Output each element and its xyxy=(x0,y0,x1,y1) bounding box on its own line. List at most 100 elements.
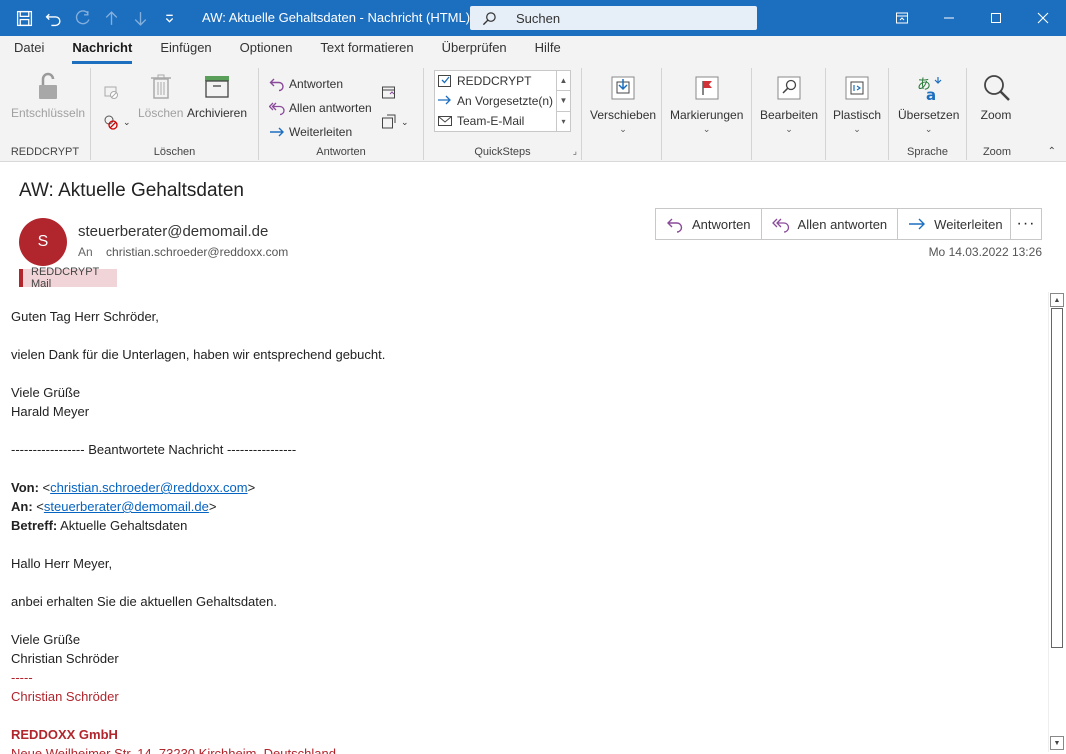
group-label-loeschen: Löschen xyxy=(153,146,196,158)
reply-icon xyxy=(269,78,284,92)
search-placeholder: Suchen xyxy=(516,10,561,26)
quicksteps-gallery: REDDCRYPT An Vorgesetzte(n) Team-E-Mail … xyxy=(434,70,571,132)
group-label-antworten: Antworten xyxy=(316,146,366,158)
archive-icon xyxy=(205,76,230,98)
message-body: Guten Tag Herr Schröder, vielen Dank für… xyxy=(11,307,1041,754)
scroll-down-icon[interactable]: ▼ xyxy=(1050,736,1064,750)
search-box[interactable]: Suchen xyxy=(470,6,757,30)
forward-icon xyxy=(270,127,284,137)
ribbon-forward-button[interactable]: Weiterleiten xyxy=(269,122,352,142)
group-edit: Bearbeiten ⌄ xyxy=(752,68,826,160)
quicksteps-more-icon[interactable]: ▾ xyxy=(557,112,570,131)
quoted-subject: Betreff: Aktuelle Gehaltsdaten xyxy=(11,518,188,533)
sender-address[interactable]: steuerberater@demomail.de xyxy=(78,223,268,240)
flag-icon xyxy=(695,76,719,100)
quickstep-reddcrypt[interactable]: REDDCRYPT xyxy=(435,71,570,91)
ribbon: Entschlüsseln REDDCRYPT ⌄ Löschen Archiv… xyxy=(0,64,1066,162)
move-button[interactable]: Verschieben ⌄ xyxy=(590,72,656,135)
signature-address[interactable]: Neue Weilheimer Str. 14, 73230 Kirchheim… xyxy=(11,744,1041,754)
signature-dashes: ----- xyxy=(11,670,33,685)
close-icon[interactable] xyxy=(1019,0,1066,36)
body-line: vielen Dank für die Unterlagen, haben wi… xyxy=(11,347,386,362)
ignore-button[interactable] xyxy=(103,82,123,102)
arrow-up-icon[interactable] xyxy=(97,0,126,36)
immersive-reader-button[interactable]: Plastisch ⌄ xyxy=(833,72,881,135)
save-icon[interactable] xyxy=(10,0,39,36)
reading-actions: Antworten Allen antworten Weiterleiten xyxy=(655,208,1014,240)
minimize-icon[interactable] xyxy=(925,0,972,36)
message-subject: AW: Aktuelle Gehaltsdaten xyxy=(19,180,244,201)
tab-ueberpruefen[interactable]: Überprüfen xyxy=(428,36,521,64)
mail-icon xyxy=(438,116,452,126)
ribbon-reply-button[interactable]: Antworten xyxy=(269,74,343,94)
translate-icon: あa xyxy=(917,77,942,103)
scroll-thumb[interactable] xyxy=(1051,308,1063,648)
recipient-address[interactable]: christian.schroeder@reddoxx.com xyxy=(106,245,288,259)
more-reply-button[interactable]: ⌄ xyxy=(381,112,409,132)
maximize-icon[interactable] xyxy=(972,0,1019,36)
forward-button[interactable]: Weiterleiten xyxy=(898,209,1012,239)
arrow-down-icon[interactable] xyxy=(126,0,155,36)
collapse-ribbon-icon[interactable]: ⌃ xyxy=(1048,146,1056,157)
reply-button[interactable]: Antworten xyxy=(656,209,762,239)
quicksteps-down-icon[interactable]: ▼ xyxy=(557,91,570,112)
ribbon-display-options-icon[interactable] xyxy=(878,0,925,36)
quickstep-vorgesetzte[interactable]: An Vorgesetzte(n) xyxy=(435,91,570,111)
quoted-greeting: Hallo Herr Meyer, xyxy=(11,556,113,571)
more-actions-button[interactable]: ··· xyxy=(1010,208,1042,240)
reply-all-icon xyxy=(269,102,285,116)
window-controls xyxy=(878,0,1066,36)
zoom-button[interactable]: Zoom xyxy=(980,72,1012,122)
tab-datei[interactable]: Datei xyxy=(14,36,58,64)
more-reply-icon xyxy=(382,114,396,129)
tab-hilfe[interactable]: Hilfe xyxy=(521,36,575,64)
translate-button[interactable]: あa Übersetzen ⌄ xyxy=(898,72,959,135)
quoted-line: anbei erhalten Sie die aktuellen Gehalts… xyxy=(11,594,277,609)
cleanup-icon xyxy=(104,115,118,130)
edit-button[interactable]: Bearbeiten ⌄ xyxy=(760,72,818,135)
reply-all-button[interactable]: Allen antworten xyxy=(762,209,899,239)
group-immersive: Plastisch ⌄ xyxy=(826,68,889,160)
scroll-up-icon[interactable]: ▲ xyxy=(1050,293,1064,307)
signature-name: Christian Schröder xyxy=(11,689,119,704)
unlock-icon xyxy=(39,72,58,99)
cleanup-button[interactable]: ⌄ xyxy=(103,112,131,132)
calendar-reply-icon xyxy=(382,86,395,99)
delete-button[interactable]: Löschen xyxy=(138,70,183,120)
customize-toolbar-icon[interactable] xyxy=(155,0,184,36)
quickstep-team-email[interactable]: Team-E-Mail xyxy=(435,111,570,131)
group-zoom: Zoom Zoom xyxy=(967,68,1027,160)
undo-icon[interactable] xyxy=(39,0,68,36)
quoted-name: Christian Schröder xyxy=(11,651,119,666)
group-tags: Markierungen ⌄ xyxy=(662,68,752,160)
tab-einfuegen[interactable]: Einfügen xyxy=(146,36,225,64)
from-email-link[interactable]: christian.schroeder@reddoxx.com xyxy=(50,480,247,495)
tab-nachricht[interactable]: Nachricht xyxy=(58,36,146,64)
redo-icon[interactable] xyxy=(68,0,97,36)
avatar[interactable]: S xyxy=(19,218,67,266)
signature-company: REDDOXX GmbH xyxy=(11,727,118,742)
forward-icon xyxy=(909,218,926,230)
meeting-reply-button[interactable] xyxy=(381,82,401,102)
tab-optionen[interactable]: Optionen xyxy=(226,36,307,64)
to-email-link[interactable]: steuerberater@demomail.de xyxy=(44,499,209,514)
group-label-quicksteps: QuickSteps xyxy=(474,146,531,158)
archive-button[interactable]: Archivieren xyxy=(187,70,247,120)
window-title: AW: Aktuelle Gehaltsdaten - Nachricht (H… xyxy=(202,10,471,25)
svg-text:a: a xyxy=(926,86,936,103)
tab-text-formatieren[interactable]: Text formatieren xyxy=(306,36,427,64)
ribbon-reply-all-button[interactable]: Allen antworten xyxy=(269,98,372,118)
tags-button[interactable]: Markierungen ⌄ xyxy=(670,72,743,135)
group-label-reddcrypt: REDDCRYPT xyxy=(10,146,80,158)
immersive-reader-icon xyxy=(845,76,869,100)
body-scrollbar[interactable]: ▲ ▼ xyxy=(1048,292,1064,752)
quicksteps-launcher-icon[interactable]: ⌟ xyxy=(573,146,577,157)
reply-separator: ----------------- Beantwortete Nachricht… xyxy=(11,442,297,457)
ribbon-tabs: Datei Nachricht Einfügen Optionen Text f… xyxy=(0,36,1066,64)
recipient-line: An christian.schroeder@reddoxx.com xyxy=(78,245,288,259)
decrypt-button[interactable]: Entschlüsseln xyxy=(11,70,85,120)
title-bar: AW: Aktuelle Gehaltsdaten - Nachricht (H… xyxy=(0,0,1066,36)
body-greeting: Guten Tag Herr Schröder, xyxy=(11,309,159,324)
quicksteps-up-icon[interactable]: ▲ xyxy=(557,71,570,92)
search-icon xyxy=(482,11,496,25)
